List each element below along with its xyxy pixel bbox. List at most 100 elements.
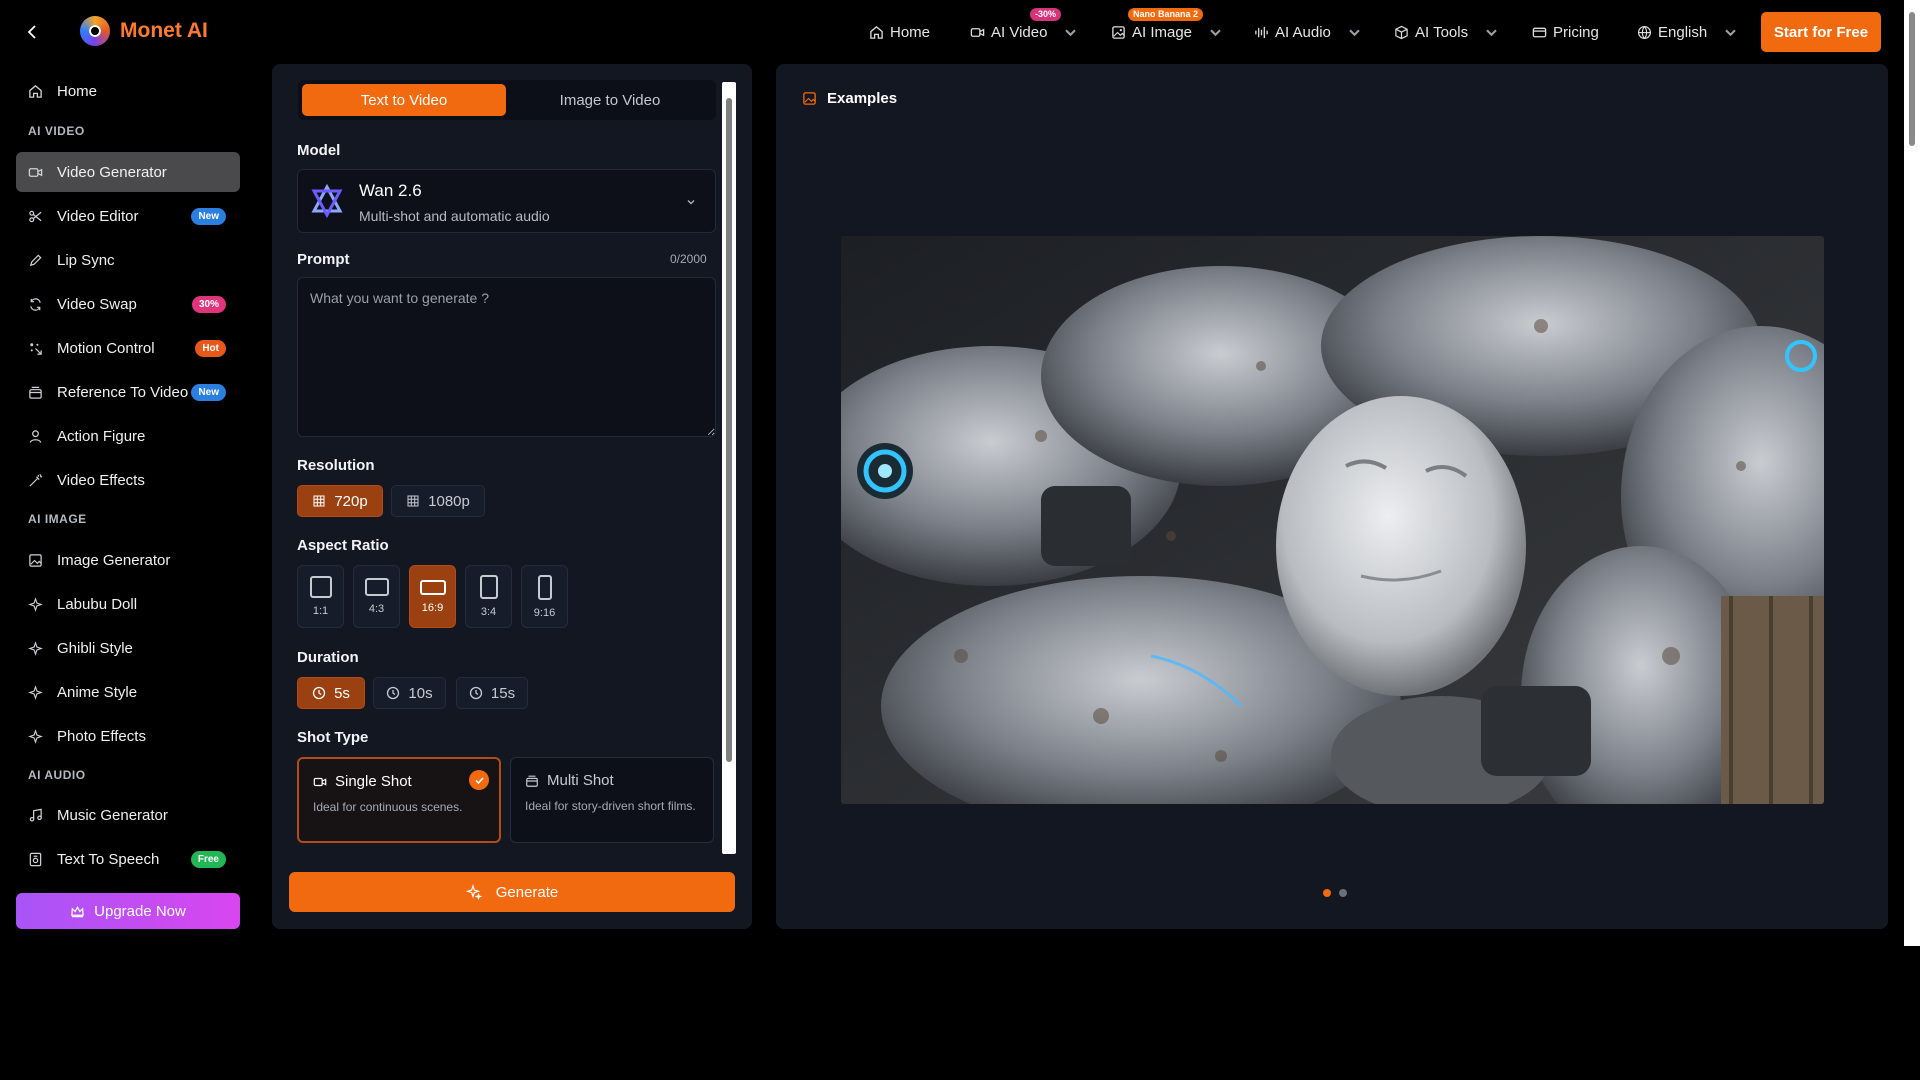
chevron-down-icon xyxy=(1725,29,1736,36)
nav-ai-image[interactable]: AI Image Nano Banana 2 xyxy=(1111,0,1223,64)
page-scrollbar-thumb[interactable] xyxy=(1909,12,1915,146)
carousel-dot-1[interactable] xyxy=(1323,889,1331,897)
sparkle-icon xyxy=(28,684,43,700)
upgrade-now-button[interactable]: Upgrade Now xyxy=(16,893,240,929)
nav-pricing-label: Pricing xyxy=(1553,23,1599,41)
prompt-char-counter: 0/2000 xyxy=(670,252,707,266)
shot-title: Single Shot xyxy=(313,773,412,790)
resolution-1080p-option[interactable]: 1080p xyxy=(391,485,485,517)
chevron-down-icon xyxy=(1486,29,1497,36)
sidebar-item-action-figure[interactable]: Action Figure xyxy=(16,416,240,456)
examples-header: Examples xyxy=(802,90,897,107)
model-description: Multi-shot and automatic audio xyxy=(359,208,550,224)
image-edit-icon xyxy=(29,553,42,567)
start-for-free-button[interactable]: Start for Free xyxy=(1761,12,1881,52)
generation-form-panel: Text to Video Image to Video Model Wan 2… xyxy=(272,64,752,929)
free-badge: Free xyxy=(190,850,226,868)
sidebar-item-video-effects[interactable]: Video Effects xyxy=(16,460,240,500)
sidebar-item-label: Video Swap xyxy=(57,295,137,313)
sidebar-item-video-swap[interactable]: Video Swap 30% xyxy=(16,284,240,324)
generate-label: Generate xyxy=(495,883,559,901)
nav-ai-tools[interactable]: AI Tools xyxy=(1394,0,1499,64)
carousel-dot-2[interactable] xyxy=(1339,889,1347,897)
swap-icon xyxy=(30,297,41,311)
duration-5s-option[interactable]: 5s xyxy=(297,677,365,709)
sidebar-item-label: Video Effects xyxy=(57,471,145,489)
aspect-value: 16:9 xyxy=(421,601,444,614)
clock-icon xyxy=(469,686,483,700)
app-logo[interactable]: Monet AI xyxy=(80,16,208,46)
nav-ai-audio[interactable]: AI Audio xyxy=(1254,0,1362,64)
aspect-3-4-option[interactable]: 3:4 xyxy=(465,565,512,628)
sidebar-item-video-editor[interactable]: Video Editor New xyxy=(16,196,240,236)
aspect-16-9-option[interactable]: 16:9 xyxy=(409,565,456,628)
shot-title-text: Multi Shot xyxy=(547,772,614,789)
sidebar-item-label: Video Generator xyxy=(57,163,167,181)
duration-10s-option[interactable]: 10s xyxy=(373,677,446,709)
prompt-input[interactable] xyxy=(297,277,716,437)
stack-icon xyxy=(526,775,538,787)
nav-home[interactable]: Home xyxy=(869,0,930,64)
aspect-1-1-option[interactable]: 1:1 xyxy=(297,565,344,628)
shot-type-multi-option[interactable]: Multi Shot Ideal for story-driven short … xyxy=(510,757,714,843)
stack-icon xyxy=(29,386,42,399)
form-scrollbar-thumb[interactable] xyxy=(726,98,732,762)
duration-value: 15s xyxy=(490,684,516,702)
sidebar-item-home[interactable]: Home xyxy=(16,71,240,111)
nav-ai-video[interactable]: AI Video -30% xyxy=(970,0,1078,64)
resolution-label: Resolution xyxy=(297,457,375,474)
form-scrollbar[interactable] xyxy=(722,82,736,854)
back-arrow-icon[interactable] xyxy=(24,20,40,44)
sidebar-item-anime-style[interactable]: Anime Style xyxy=(16,672,240,712)
sidebar-item-photo-effects[interactable]: Photo Effects xyxy=(16,716,240,756)
sidebar-item-reference-to-video[interactable]: Reference To Video New xyxy=(16,372,240,412)
model-selector[interactable]: Wan 2.6 Multi-shot and automatic audio xyxy=(297,169,716,233)
sidebar-item-lip-sync[interactable]: Lip Sync xyxy=(16,240,240,280)
app-name: Monet AI xyxy=(120,19,208,42)
tab-text-to-video[interactable]: Text to Video xyxy=(302,84,506,116)
shot-description: Ideal for story-driven short films. xyxy=(525,799,696,813)
grid-icon xyxy=(407,495,419,507)
sidebar-item-label: Home xyxy=(57,82,98,100)
globe-icon xyxy=(1637,25,1652,39)
scissors-icon xyxy=(29,210,42,222)
sidebar-item-label: Reference To Video xyxy=(57,383,189,401)
example-video-preview[interactable] xyxy=(841,236,1824,804)
nav-pricing[interactable]: Pricing xyxy=(1532,0,1599,64)
landscape-ratio-icon xyxy=(364,578,389,596)
sidebar-item-motion-control[interactable]: Motion Control Hot xyxy=(16,328,240,368)
sidebar-item-music-generator[interactable]: Music Generator xyxy=(16,795,240,835)
crown-icon xyxy=(71,905,84,917)
model-label: Model xyxy=(297,142,341,159)
aspect-value: 9:16 xyxy=(533,606,556,619)
sidebar-item-image-generator[interactable]: Image Generator xyxy=(16,540,240,580)
sidebar-item-labubu-doll[interactable]: Labubu Doll xyxy=(16,584,240,624)
aspect-9-16-option[interactable]: 9:16 xyxy=(521,565,568,628)
sidebar-item-text-to-speech[interactable]: Text To Speech Free xyxy=(16,839,240,879)
pen-icon xyxy=(29,253,42,266)
aspect-4-3-option[interactable]: 4:3 xyxy=(353,565,400,628)
chevron-down-icon xyxy=(1349,29,1360,36)
sidebar-section-ai-video: AI VIDEO xyxy=(28,124,85,138)
sidebar-item-video-generator[interactable]: Video Generator xyxy=(16,152,240,192)
sidebar-item-label: Labubu Doll xyxy=(57,595,138,613)
image-edit-icon xyxy=(1112,25,1125,39)
generate-button[interactable]: Generate xyxy=(289,872,735,912)
home-icon xyxy=(29,84,42,98)
page-scrollbar[interactable] xyxy=(1904,0,1920,946)
resolution-value: 1080p xyxy=(428,492,470,510)
nav-ai-audio-label: AI Audio xyxy=(1275,23,1331,41)
nav-ai-video-badge: -30% xyxy=(1030,8,1062,21)
resolution-720p-option[interactable]: 720p xyxy=(297,485,383,517)
language-selector[interactable]: English xyxy=(1637,0,1738,64)
sidebar-item-ghibli-style[interactable]: Ghibli Style xyxy=(16,628,240,668)
sidebar-section-ai-image: AI IMAGE xyxy=(28,512,87,526)
examples-panel: Examples xyxy=(776,64,1888,929)
duration-15s-option[interactable]: 15s xyxy=(456,677,528,709)
aspect-value: 1:1 xyxy=(312,605,329,617)
shot-type-single-option[interactable]: Single Shot Ideal for continuous scenes. xyxy=(297,757,501,843)
duration-value: 10s xyxy=(408,684,433,702)
sidebar-item-label: Lip Sync xyxy=(57,251,115,269)
nav-home-label: Home xyxy=(890,23,931,41)
tab-image-to-video[interactable]: Image to Video xyxy=(508,84,712,116)
